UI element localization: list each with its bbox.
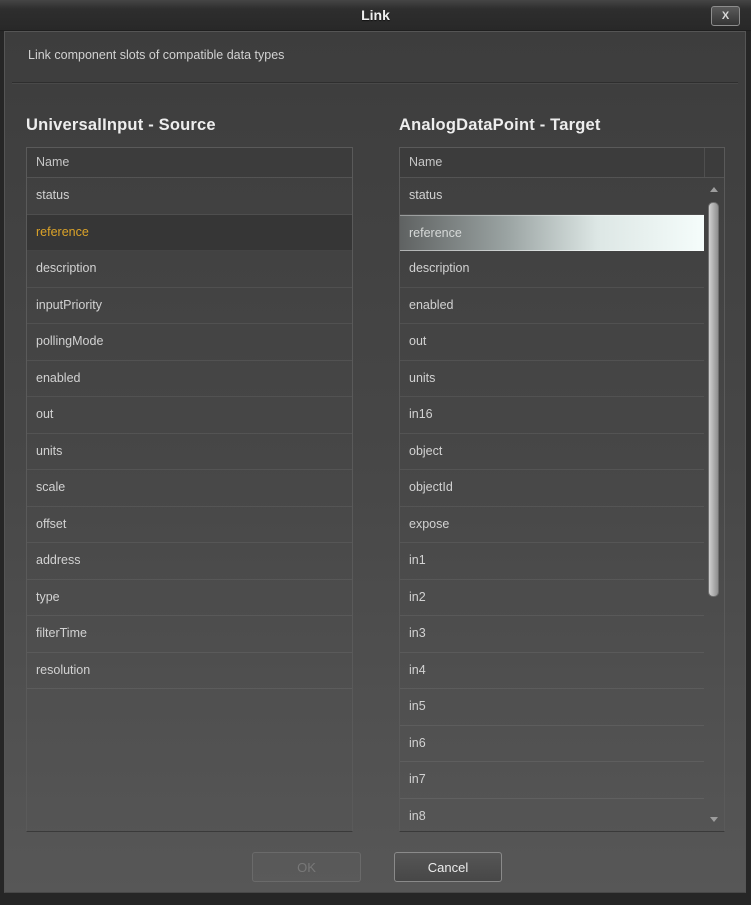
dialog-subtitle: Link component slots of compatible data … (28, 48, 284, 62)
source-list-item[interactable]: reference (27, 215, 352, 252)
close-icon: X (722, 10, 729, 22)
target-list-item[interactable]: units (400, 361, 704, 398)
target-name-column-header: Name (400, 148, 704, 177)
source-list-item[interactable]: type (27, 580, 352, 617)
ok-button[interactable]: OK (252, 852, 361, 882)
target-list-item[interactable]: in3 (400, 616, 704, 653)
separator (12, 82, 738, 84)
source-list-rows: status reference description inputPriori… (27, 178, 352, 831)
scroll-up-icon[interactable] (710, 187, 718, 192)
target-list-item[interactable]: in7 (400, 762, 704, 799)
link-dialog: Link X Link component slots of compatibl… (0, 0, 751, 905)
target-list-item[interactable]: in6 (400, 726, 704, 763)
source-list-item[interactable]: filterTime (27, 616, 352, 653)
target-list-header: Name (400, 148, 724, 178)
source-list-item[interactable]: resolution (27, 653, 352, 690)
source-slot-list: Name status reference description inputP… (26, 147, 353, 832)
source-list-item[interactable]: offset (27, 507, 352, 544)
source-list-item[interactable]: out (27, 397, 352, 434)
target-list-item[interactable]: in4 (400, 653, 704, 690)
target-panel-title: AnalogDataPoint - Target (399, 116, 601, 135)
source-list-item[interactable]: address (27, 543, 352, 580)
target-list-item[interactable]: in2 (400, 580, 704, 617)
source-name-column-header: Name (27, 148, 352, 177)
target-list-item[interactable]: description (400, 251, 704, 288)
dialog-body: Link component slots of compatible data … (4, 31, 746, 893)
target-list-item[interactable]: in16 (400, 397, 704, 434)
target-list-item[interactable]: reference (400, 215, 704, 252)
target-list-item[interactable]: in8 (400, 799, 704, 832)
source-list-item[interactable]: description (27, 251, 352, 288)
target-list-rows: status reference description enabled out… (400, 178, 704, 831)
source-list-item[interactable]: units (27, 434, 352, 471)
source-list-item[interactable]: scale (27, 470, 352, 507)
target-list-item[interactable]: in5 (400, 689, 704, 726)
source-list-item[interactable]: pollingMode (27, 324, 352, 361)
dialog-title: Link (0, 7, 751, 23)
target-list-item[interactable]: expose (400, 507, 704, 544)
source-list-item[interactable]: inputPriority (27, 288, 352, 325)
source-panel-title: UniversalInput - Source (26, 116, 216, 135)
scrollbar-thumb[interactable] (708, 202, 719, 597)
close-button[interactable]: X (711, 6, 740, 26)
target-list-item[interactable]: objectId (400, 470, 704, 507)
source-list-item[interactable]: enabled (27, 361, 352, 398)
target-list-item[interactable]: out (400, 324, 704, 361)
target-list-scrollbar[interactable] (704, 179, 724, 831)
target-list-item[interactable]: in1 (400, 543, 704, 580)
target-header-corner (704, 148, 724, 177)
cancel-button[interactable]: Cancel (394, 852, 502, 882)
target-slot-list: Name status reference description enable… (399, 147, 725, 832)
source-list-item[interactable]: status (27, 178, 352, 215)
target-list-item[interactable]: object (400, 434, 704, 471)
source-list-header: Name (27, 148, 352, 178)
target-list-item[interactable]: enabled (400, 288, 704, 325)
scroll-down-icon[interactable] (710, 817, 718, 822)
target-list-item[interactable]: status (400, 178, 704, 215)
dialog-titlebar: Link X (0, 0, 751, 31)
